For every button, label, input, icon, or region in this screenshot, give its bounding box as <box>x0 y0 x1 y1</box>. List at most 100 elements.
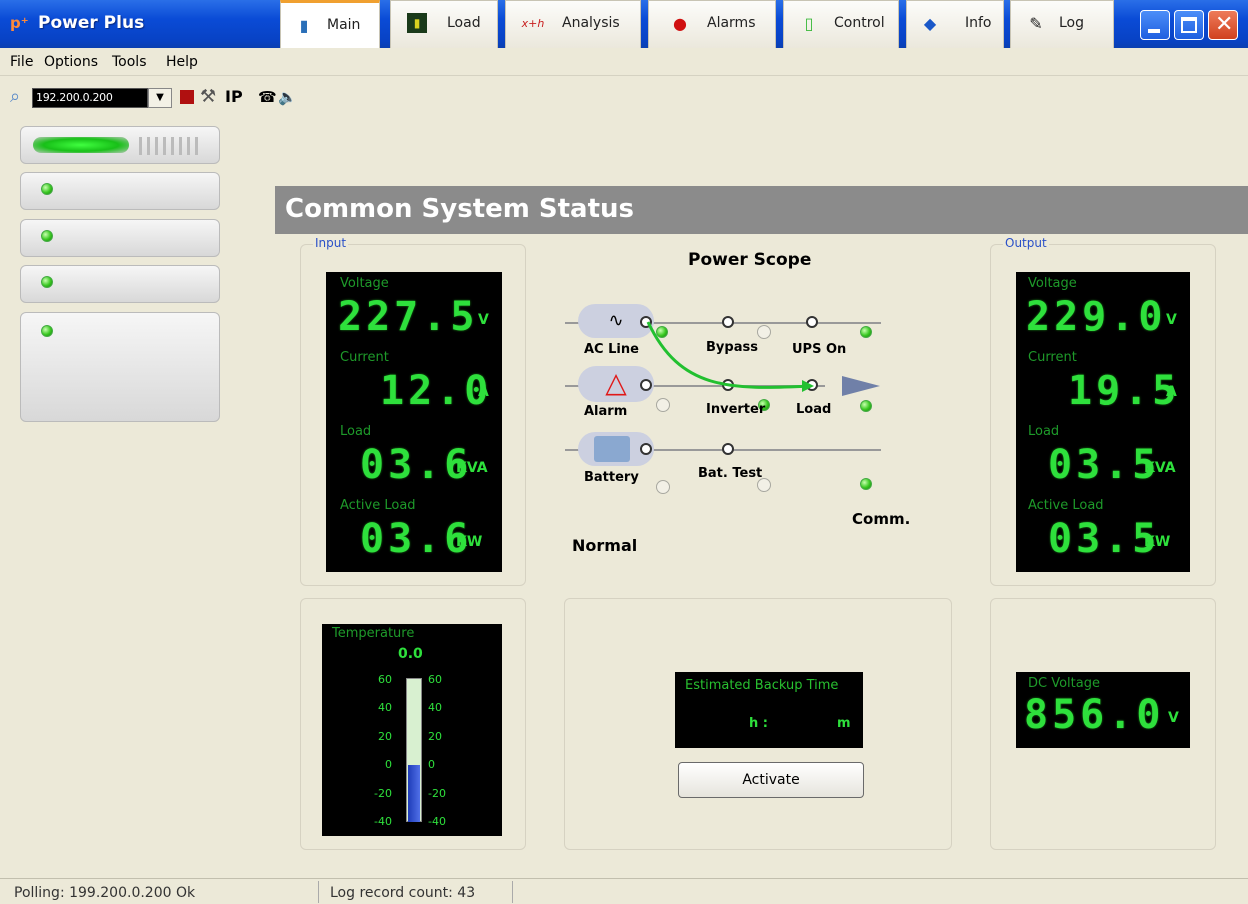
phone-icon[interactable]: ☎ <box>258 86 277 108</box>
speaker-icon[interactable]: 🔈 <box>278 86 297 108</box>
dc-voltage-panel: DC Voltage 856.0 V <box>1016 672 1190 748</box>
device-battery-cabinet[interactable] <box>20 312 220 422</box>
building-icon: ▮ <box>299 16 309 35</box>
device-module-2[interactable] <box>20 219 220 257</box>
load-icon: ▮ <box>407 13 427 33</box>
input-voltage-value: 227.5 <box>338 294 479 340</box>
tab-label: Alarms <box>707 15 756 31</box>
load-led <box>860 400 872 412</box>
tab-analysis[interactable]: x+h Analysis <box>505 0 641 48</box>
output-load-label: Load <box>1028 424 1060 439</box>
tab-control[interactable]: ▯ Control <box>783 0 899 48</box>
menu-tools[interactable]: Tools <box>112 54 147 70</box>
info-icon: ◆ <box>923 14 937 33</box>
status-led <box>41 183 53 195</box>
temperature-tick-label: -20 <box>428 786 446 800</box>
bat-test-label: Bat. Test <box>698 466 763 481</box>
close-button[interactable]: ✕ <box>1208 10 1238 40</box>
status-bar: Polling: 199.200.0.200 Ok Log record cou… <box>0 878 1248 904</box>
search-icon[interactable]: ⌕ <box>10 86 20 108</box>
unit-label: V <box>478 312 489 328</box>
activate-button[interactable]: Activate <box>678 762 864 798</box>
device-module-1[interactable] <box>20 172 220 210</box>
unit-label: V <box>1166 312 1177 328</box>
tab-label: Info <box>965 15 992 31</box>
tab-log[interactable]: ✎ Log <box>1010 0 1114 48</box>
temperature-tick-label: 20 <box>428 729 442 743</box>
alarm-label: Alarm <box>584 404 628 419</box>
unit-label: KW <box>1144 534 1171 550</box>
group-label: Input <box>313 236 349 250</box>
output-current-value: 19.5 <box>1068 368 1181 414</box>
power-scope-title: Power Scope <box>688 250 812 270</box>
ac-line-led <box>656 326 668 338</box>
ups-on-label: UPS On <box>792 342 847 357</box>
unit-label: A <box>478 384 489 400</box>
input-active-load-label: Active Load <box>340 498 416 513</box>
backup-time-label: Estimated Backup Time <box>685 678 839 693</box>
output-current-label: Current <box>1028 350 1077 365</box>
temperature-panel: Temperature 0.0 60 40 20 0 -20 -40 60 40 20 0 -20… <box>322 624 502 836</box>
device-module-3[interactable] <box>20 265 220 303</box>
menu-help[interactable]: Help <box>166 54 198 70</box>
maximize-button[interactable] <box>1174 10 1204 40</box>
page-title: Common System Status <box>275 186 1248 234</box>
close-icon: ✕ <box>1215 12 1234 37</box>
battery-node <box>640 443 652 455</box>
thermometer-level <box>408 765 420 822</box>
tab-label: Control <box>834 15 885 31</box>
dc-voltage-value: 856.0 <box>1024 692 1165 738</box>
polling-status: Polling: 199.200.0.200 Ok <box>14 885 196 901</box>
unit-label: A <box>1166 384 1177 400</box>
tab-main[interactable]: ▮ Main <box>280 0 380 48</box>
temperature-tick-label: -40 <box>428 815 446 828</box>
tab-load[interactable]: ▮ Load <box>390 0 498 48</box>
temperature-label: Temperature <box>332 626 415 641</box>
device-keypad <box>139 137 203 155</box>
input-current-value: 12.0 <box>380 368 493 414</box>
bypass-led <box>757 325 771 339</box>
tab-label: Analysis <box>562 15 620 31</box>
unit-label: KW <box>456 534 483 550</box>
input-current-label: Current <box>340 350 389 365</box>
load-label: Load <box>796 402 832 417</box>
output-active-load-label: Active Load <box>1028 498 1104 513</box>
ip-button[interactable]: IP <box>225 86 243 108</box>
device-main-unit[interactable] <box>20 126 220 164</box>
stop-icon[interactable] <box>180 90 194 104</box>
menu-file[interactable]: File <box>10 54 33 70</box>
tab-label: Load <box>447 15 481 31</box>
tab-info[interactable]: ◆ Info <box>906 0 1004 48</box>
status-led <box>41 325 53 337</box>
status-led <box>41 230 53 242</box>
backup-minutes-label: m <box>837 716 851 731</box>
temperature-tick-label: -40 <box>374 815 392 828</box>
output-voltage-label: Voltage <box>1028 276 1077 291</box>
chevron-down-icon: ▼ <box>156 92 164 103</box>
inverter-label: Inverter <box>706 402 766 417</box>
log-record-count: Log record count: 43 <box>330 885 476 901</box>
temperature-tick-label: 60 <box>378 673 392 686</box>
unit-label: KVA <box>1144 460 1176 476</box>
comm-led <box>860 478 872 490</box>
minimize-button[interactable] <box>1140 10 1170 40</box>
menu-options[interactable]: Options <box>44 54 98 70</box>
status-divider <box>318 881 319 903</box>
backup-hours-label: h : <box>749 716 768 731</box>
tab-label: Log <box>1059 15 1085 31</box>
ip-address-input[interactable]: 192.200.0.200 <box>32 88 148 108</box>
app-logo-icon: p⁺ <box>10 14 29 32</box>
device-display <box>33 137 129 153</box>
battery-led <box>656 480 670 494</box>
temperature-tick-label: -20 <box>374 786 392 800</box>
tab-alarms[interactable]: ● Alarms <box>648 0 776 48</box>
ip-dropdown-button[interactable]: ▼ <box>148 88 172 108</box>
temperature-tick-label: 0 <box>428 758 435 772</box>
dc-voltage-label: DC Voltage <box>1028 676 1100 691</box>
backup-time-panel: Estimated Backup Time h : m <box>675 672 863 748</box>
ups-on-led <box>860 326 872 338</box>
input-load-label: Load <box>340 424 372 439</box>
alarms-icon: ● <box>673 14 687 33</box>
tools-icon[interactable]: ⚒ <box>200 86 216 108</box>
window-title: Power Plus <box>38 13 145 33</box>
